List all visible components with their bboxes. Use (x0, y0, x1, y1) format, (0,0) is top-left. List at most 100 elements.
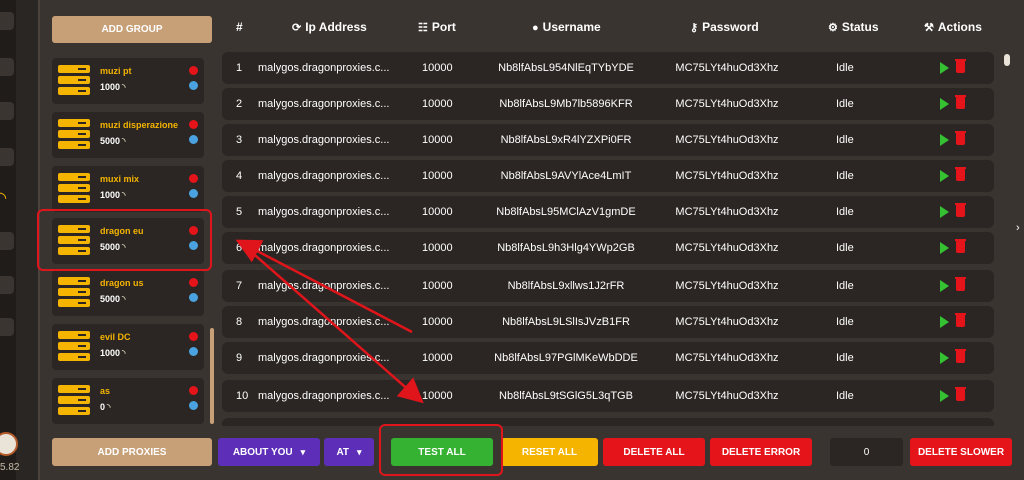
table-row[interactable]: 7 malygos.dragonproxies.c... 10000 Nb8lf… (222, 270, 994, 302)
group-item[interactable]: as 0 ◝ (52, 378, 204, 424)
rail-icon-6[interactable] (0, 276, 14, 294)
row-password: MC75LYt4huOd3Xhz (675, 390, 779, 402)
row-password: MC75LYt4huOd3Xhz (675, 98, 779, 110)
trash-icon[interactable] (955, 203, 966, 217)
group-item[interactable]: muzi disperazione 5000 ◝ (52, 112, 204, 158)
add-proxies-button[interactable]: ADD PROXIES (52, 438, 212, 466)
table-row[interactable]: 10 malygos.dragonproxies.c... 10000 Nb8l… (222, 380, 994, 412)
wrench-icon: ⚒ (924, 22, 934, 34)
server-icon (58, 331, 90, 363)
header-status: ⚙ Status (828, 20, 879, 34)
trash-icon[interactable] (955, 277, 966, 291)
server-icon (58, 173, 90, 205)
row-status: Idle (836, 134, 854, 146)
play-icon[interactable] (940, 242, 949, 254)
play-icon[interactable] (940, 390, 949, 402)
row-port: 10000 (422, 316, 453, 328)
play-icon[interactable] (940, 62, 949, 74)
about-you-select[interactable]: ABOUT YOU ▾ (218, 438, 320, 466)
add-group-button[interactable]: ADD GROUP (52, 16, 212, 43)
rail-icon-chart[interactable] (0, 232, 14, 250)
table-row[interactable]: 6 malygos.dragonproxies.c... 10000 Nb8lf… (222, 232, 994, 264)
status-dot-blue (189, 135, 198, 144)
chevron-down-icon: ▾ (357, 446, 362, 457)
version-label: 5.82 (0, 462, 20, 473)
play-icon[interactable] (940, 134, 949, 146)
status-dot-blue (189, 81, 198, 90)
row-username: Nb8lfAbsL9xR4lYZXPi0FR (500, 134, 632, 146)
rail-icon-2[interactable] (0, 58, 14, 76)
delete-slower-button[interactable]: DELETE SLOWER (910, 438, 1012, 466)
delete-error-button[interactable]: DELETE ERROR (710, 438, 812, 466)
table-row[interactable]: 5 malygos.dragonproxies.c... 10000 Nb8lf… (222, 196, 994, 228)
play-icon[interactable] (940, 98, 949, 110)
row-username: Nb8lfAbsL9AVYlAce4LmIT (500, 170, 632, 182)
row-username: Nb8lfAbsL9h3Hlg4YWp2GB (497, 242, 635, 254)
trash-icon[interactable] (955, 95, 966, 109)
row-ip: malygos.dragonproxies.c... (258, 134, 390, 146)
trash-icon[interactable] (955, 59, 966, 73)
header-port: ☷ Port (418, 20, 456, 34)
row-password: MC75LYt4huOd3Xhz (675, 352, 779, 364)
play-icon[interactable] (940, 170, 949, 182)
country-select[interactable]: AT ▾ (324, 438, 374, 466)
play-icon[interactable] (940, 280, 949, 292)
row-port: 10000 (422, 242, 453, 254)
row-status: Idle (836, 280, 854, 292)
rail-icon-share[interactable] (0, 318, 14, 336)
status-dot-red (189, 278, 198, 287)
row-status: Idle (836, 62, 854, 74)
row-num: 4 (236, 170, 243, 182)
status-dot-red (189, 174, 198, 183)
table-scrollbar[interactable] (1004, 52, 1010, 424)
chevron-right-icon[interactable]: › (1016, 222, 1020, 234)
rail-icon-3[interactable] (0, 102, 14, 120)
table-row[interactable]: 9 malygos.dragonproxies.c... 10000 Nb8lf… (222, 342, 994, 374)
row-status: Idle (836, 352, 854, 364)
group-count: 1000 ◝ (100, 82, 126, 92)
group-item[interactable]: dragon us 5000 ◝ (52, 270, 204, 316)
group-count: 0 ◝ (100, 402, 111, 412)
row-num: 1 (236, 62, 243, 74)
reset-all-button[interactable]: RESET ALL (501, 438, 598, 466)
row-status: Idle (836, 98, 854, 110)
table-row[interactable]: 1 malygos.dragonproxies.c... 10000 Nb8lf… (222, 52, 994, 84)
play-icon[interactable] (940, 352, 949, 364)
rail-icon-4[interactable] (0, 148, 14, 166)
table-row[interactable] (222, 418, 994, 426)
table-row[interactable]: 2 malygos.dragonproxies.c... 10000 Nb8lf… (222, 88, 994, 120)
row-port: 10000 (422, 206, 453, 218)
rail-icon-1[interactable] (0, 12, 14, 30)
play-icon[interactable] (940, 206, 949, 218)
rss-icon: ◝ (122, 136, 126, 146)
group-item[interactable]: muxi mix 1000 ◝ (52, 166, 204, 212)
row-port: 10000 (422, 280, 453, 292)
header-ip: ⟳ Ip Address (292, 20, 367, 34)
table-row[interactable]: 4 malygos.dragonproxies.c... 10000 Nb8lf… (222, 160, 994, 192)
trash-icon[interactable] (955, 349, 966, 363)
app-logo (0, 432, 18, 456)
trash-icon[interactable] (955, 313, 966, 327)
group-item[interactable]: evil DC 1000 ◝ (52, 324, 204, 370)
group-list-scrollbar[interactable] (210, 328, 214, 424)
wifi-icon[interactable]: ◝ (0, 190, 14, 208)
group-name: as (100, 386, 111, 396)
trash-icon[interactable] (955, 131, 966, 145)
status-dot-blue (189, 293, 198, 302)
status-dot-red (189, 332, 198, 341)
group-item[interactable]: muzi pt 1000 ◝ (52, 58, 204, 104)
table-row[interactable]: 3 malygos.dragonproxies.c... 10000 Nb8lf… (222, 124, 994, 156)
row-username: Nb8lfAbsL9xllws1J2rFR (507, 280, 625, 292)
trash-icon[interactable] (955, 167, 966, 181)
trash-icon[interactable] (955, 387, 966, 401)
annotation-highlight-test-all (379, 424, 503, 476)
table-scrollbar-thumb[interactable] (1004, 54, 1010, 66)
row-port: 10000 (422, 134, 453, 146)
delete-all-button[interactable]: DELETE ALL (603, 438, 705, 466)
speed-threshold-input[interactable]: 0 (830, 438, 903, 466)
trash-icon[interactable] (955, 239, 966, 253)
table-row[interactable]: 8 malygos.dragonproxies.c... 10000 Nb8lf… (222, 306, 994, 338)
play-icon[interactable] (940, 316, 949, 328)
rss-icon: ◝ (122, 190, 126, 200)
rss-icon: ◝ (122, 294, 126, 304)
